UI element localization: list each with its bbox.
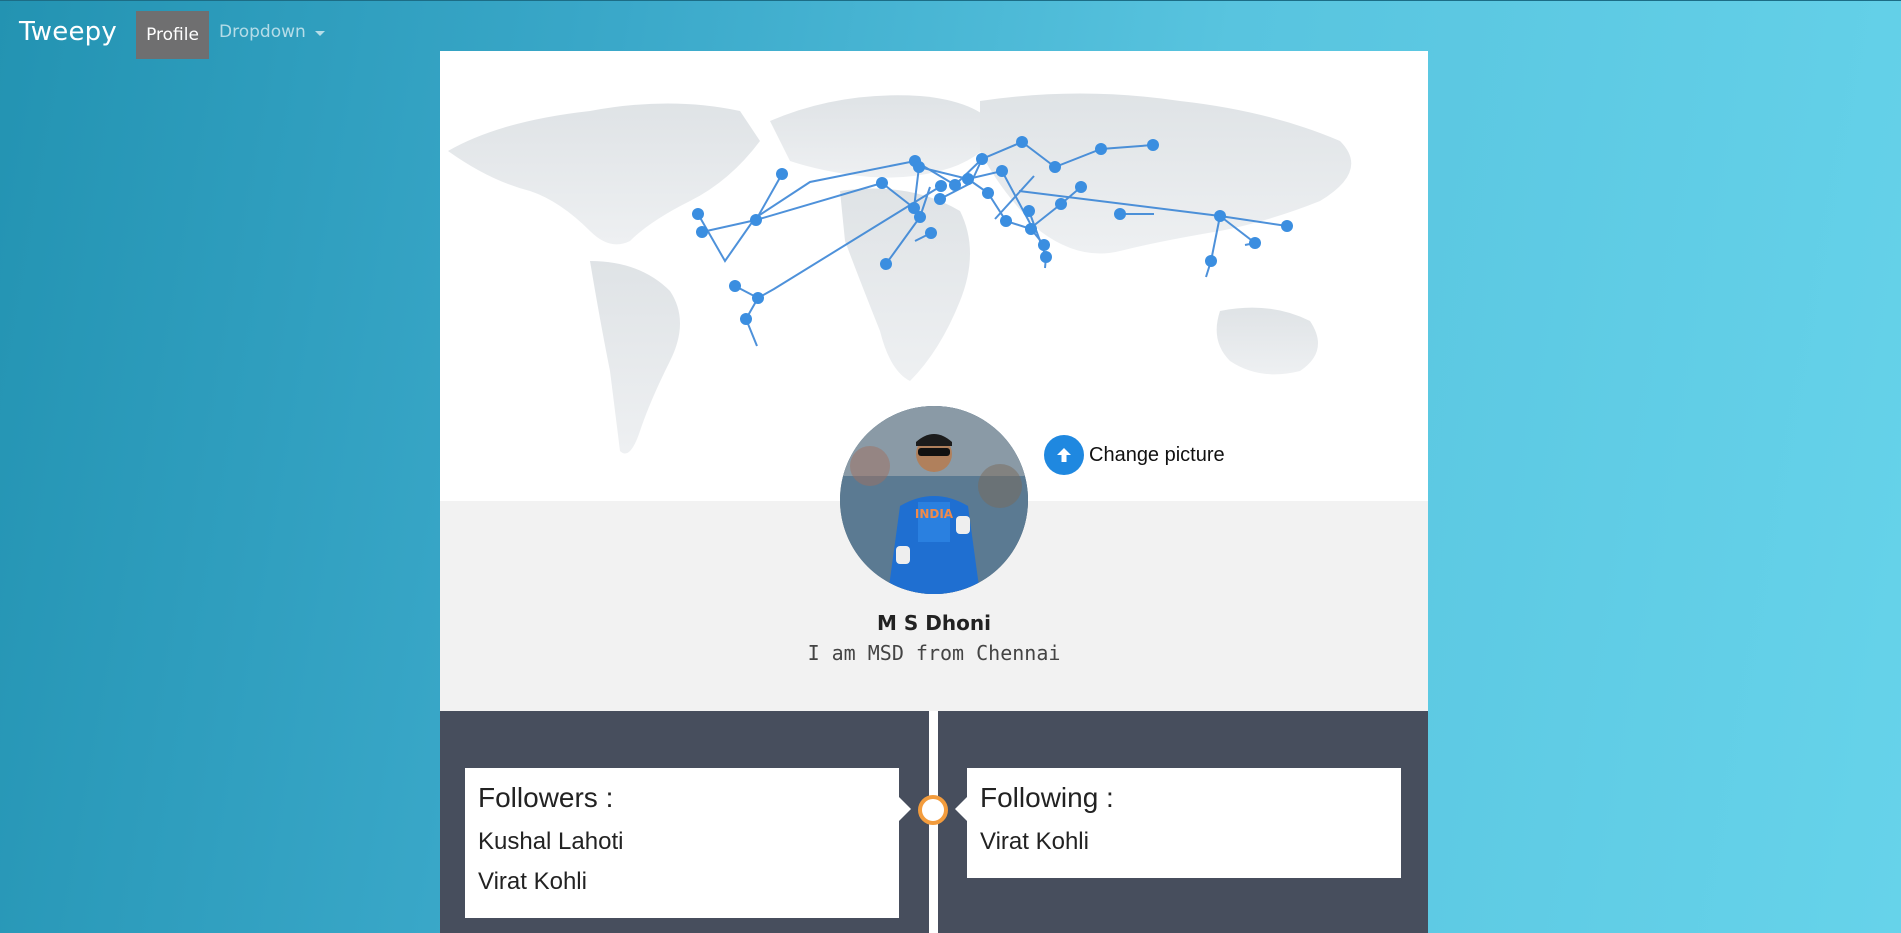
stats-section: Followers : Kushal Lahoti Virat Kohli Fo… (440, 711, 1428, 933)
profile-photo-icon: INDIA (840, 406, 1028, 594)
profile-card: INDIA Change picture M S Dhoni I am MSD … (440, 51, 1428, 933)
following-box: Following : Virat Kohli (967, 768, 1401, 878)
followers-pointer (899, 797, 911, 821)
avatar: INDIA (840, 406, 1028, 594)
following-item[interactable]: Virat Kohli (980, 828, 1089, 856)
change-picture-button[interactable]: Change picture (1044, 435, 1225, 475)
follower-item[interactable]: Kushal Lahoti (478, 828, 623, 856)
nav-item-dropdown-label: Dropdown (219, 22, 306, 42)
profile-name: M S Dhoni (877, 611, 991, 635)
svg-text:INDIA: INDIA (915, 507, 954, 521)
followers-box: Followers : Kushal Lahoti Virat Kohli (465, 768, 899, 918)
following-title: Following : (980, 782, 1114, 813)
nav-item-profile-label: Profile (146, 25, 199, 45)
upload-arrow-icon (1044, 435, 1084, 475)
follower-item[interactable]: Virat Kohli (478, 868, 587, 896)
timeline-dot-icon (918, 795, 948, 825)
nav-item-profile[interactable]: Profile (136, 11, 209, 59)
followers-title: Followers : (478, 782, 614, 813)
nav-item-dropdown[interactable]: Dropdown (219, 22, 325, 42)
brand-logo[interactable]: Tweepy (19, 17, 117, 47)
profile-bio: I am MSD from Chennai (807, 641, 1061, 665)
following-pointer (955, 797, 967, 821)
caret-down-icon (314, 30, 325, 36)
change-picture-label: Change picture (1089, 443, 1225, 466)
